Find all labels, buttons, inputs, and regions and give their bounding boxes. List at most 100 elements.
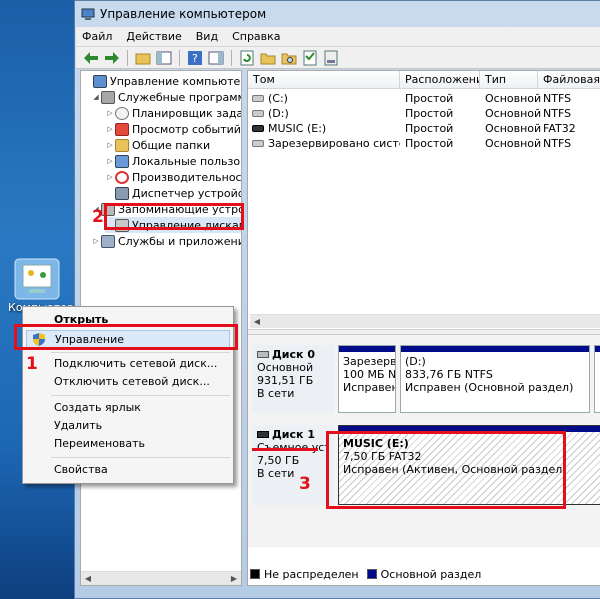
primary-partition-bar xyxy=(401,346,589,352)
tree-expander[interactable]: ▷ xyxy=(105,157,115,165)
volume-table-header: Том Расположение Тип Файловая с xyxy=(248,71,600,89)
scroll-left-icon[interactable]: ◀ xyxy=(81,572,95,585)
tools-icon xyxy=(101,90,115,104)
annotation-box-music-partition xyxy=(326,431,566,509)
disk-settings-button[interactable] xyxy=(322,49,340,67)
show-tree-button[interactable] xyxy=(155,49,173,67)
tree-expander[interactable]: ▷ xyxy=(105,109,115,117)
menu-separator xyxy=(51,457,230,458)
find-button[interactable] xyxy=(280,49,298,67)
tree-expander[interactable]: ▷ xyxy=(105,141,115,149)
up-button[interactable] xyxy=(134,49,152,67)
partition-reserved[interactable]: Зарезерви 100 МБ NT Исправен xyxy=(338,345,396,413)
window-title: Управление компьютером xyxy=(100,7,267,21)
menu-item-map-network-drive[interactable]: Подключить сетевой диск... xyxy=(26,355,230,373)
back-button[interactable] xyxy=(82,49,100,67)
tree-horizontal-scrollbar[interactable]: ◀ ▶ xyxy=(81,571,241,585)
open-button[interactable] xyxy=(259,49,277,67)
table-row[interactable]: Зарезервировано системой Простой Основно… xyxy=(248,136,600,151)
tree-item-label: Диспетчер устройств xyxy=(132,186,241,200)
clock-icon xyxy=(115,106,129,120)
disk1-status: В сети xyxy=(257,467,295,480)
legend-unallocated-label: Не распределен xyxy=(264,567,359,581)
annotation-step-2: 2 xyxy=(92,207,104,227)
partition-c[interactable] xyxy=(594,345,600,413)
show-action-pane-button[interactable] xyxy=(207,49,225,67)
disk0-label[interactable]: Диск 0 Основной 931,51 ГБ В сети xyxy=(252,345,334,413)
tree-item-system-tools[interactable]: ◢ Служебные программы xyxy=(91,89,242,105)
volume-name: (C:) xyxy=(268,92,288,105)
tree-item-label: Производительность xyxy=(132,170,242,184)
menu-item-rename[interactable]: Переименовать xyxy=(26,435,230,453)
device-manager-icon xyxy=(115,186,129,200)
menu-item-delete[interactable]: Удалить xyxy=(26,417,230,435)
menu-action[interactable]: Действие xyxy=(126,30,181,43)
partition-status: Исправен (Основной раздел) xyxy=(405,381,574,394)
menu-item-disconnect-network-drive[interactable]: Отключить сетевой диск... xyxy=(26,373,230,391)
performance-icon xyxy=(115,170,129,184)
tree-item-computer-management[interactable]: Управление компьютером (л xyxy=(83,73,241,89)
volume-name: Зарезервировано системой xyxy=(268,137,400,150)
toolbar-separator xyxy=(179,49,180,66)
properties-button[interactable] xyxy=(301,49,319,67)
column-filesystem[interactable]: Файловая с xyxy=(538,71,600,89)
refresh-icon xyxy=(240,50,254,65)
tree-expander[interactable]: ▷ xyxy=(105,173,115,181)
tree-item-task-scheduler[interactable]: ▷ Планировщик заданий xyxy=(105,105,241,121)
legend-primary-swatch xyxy=(366,569,377,579)
table-row[interactable]: (D:) Простой Основной NTFS xyxy=(248,106,600,121)
disk1-label[interactable]: Диск 1 Съемное устро 7,50 ГБ В сети xyxy=(252,425,334,505)
column-layout[interactable]: Расположение xyxy=(400,71,480,89)
refresh-button[interactable] xyxy=(238,49,256,67)
toolbar-separator xyxy=(231,49,232,66)
tree-item-local-users[interactable]: ▷ Локальные пользовате xyxy=(105,153,241,169)
computer-icon xyxy=(11,255,63,303)
tree-item-event-viewer[interactable]: ▷ Просмотр событий xyxy=(105,121,241,137)
tree-item-label: Управление компьютером (л xyxy=(110,74,241,88)
tree-item-label: Служебные программы xyxy=(118,90,242,104)
disk1-name: Диск 1 xyxy=(272,428,315,441)
tree-expander[interactable]: ▷ xyxy=(91,237,101,245)
legend-unallocated-swatch xyxy=(250,569,260,579)
column-volume[interactable]: Том xyxy=(248,71,400,89)
forward-arrow-icon xyxy=(105,51,119,64)
volume-filesystem: NTFS xyxy=(543,107,572,120)
volume-name: MUSIC (E:) xyxy=(268,122,327,135)
tree-item-device-manager[interactable]: Диспетчер устройств xyxy=(105,185,241,201)
disk-drive-icon xyxy=(257,351,269,358)
menu-bar: Файл Действие Вид Справка xyxy=(76,27,600,47)
menu-item-properties[interactable]: Свойства xyxy=(26,461,230,479)
scroll-right-icon[interactable]: ▶ xyxy=(227,572,241,585)
computer-management-icon xyxy=(93,74,107,88)
help-button[interactable]: ? xyxy=(186,49,204,67)
column-type[interactable]: Тип xyxy=(480,71,538,89)
volume-type: Основной xyxy=(485,122,542,135)
menu-separator xyxy=(51,352,230,353)
partition-d[interactable]: (D:) 833,76 ГБ NTFS Исправен (Основной р… xyxy=(400,345,590,413)
legend: Не распределен Основной раздел xyxy=(250,567,481,581)
volume-layout: Простой xyxy=(405,122,454,135)
menu-view[interactable]: Вид xyxy=(196,30,218,43)
tree-item-shared-folders[interactable]: ▷ Общие папки xyxy=(105,137,210,153)
volume-drive-icon xyxy=(252,110,264,117)
volume-type: Основной xyxy=(485,107,542,120)
help-icon: ? xyxy=(188,50,202,65)
menu-help[interactable]: Справка xyxy=(232,30,280,43)
partition-size: 833,76 ГБ NTFS xyxy=(405,368,493,381)
tree-item-performance[interactable]: ▷ Производительность xyxy=(105,169,242,185)
tree-expander[interactable]: ◢ xyxy=(91,93,101,101)
volume-drive-icon xyxy=(252,140,264,147)
table-row[interactable]: MUSIC (E:) Простой Основной FAT32 xyxy=(248,121,600,136)
volume-horizontal-scrollbar[interactable]: ◀ xyxy=(250,314,600,328)
table-row[interactable]: (C:) Простой Основной NTFS xyxy=(248,91,600,106)
scroll-left-icon[interactable]: ◀ xyxy=(250,315,264,329)
forward-button[interactable] xyxy=(103,49,121,67)
disk-settings-icon xyxy=(324,50,338,65)
toolbar: ? xyxy=(76,47,600,69)
tree-item-services-apps[interactable]: ▷ Службы и приложения xyxy=(91,233,241,249)
menu-item-create-shortcut[interactable]: Создать ярлык xyxy=(26,399,230,417)
volume-drive-icon xyxy=(252,95,264,102)
tree-expander[interactable]: ▷ xyxy=(105,125,115,133)
menu-file[interactable]: Файл xyxy=(82,30,112,43)
computer-desktop-icon[interactable]: Компьютер xyxy=(6,255,74,314)
